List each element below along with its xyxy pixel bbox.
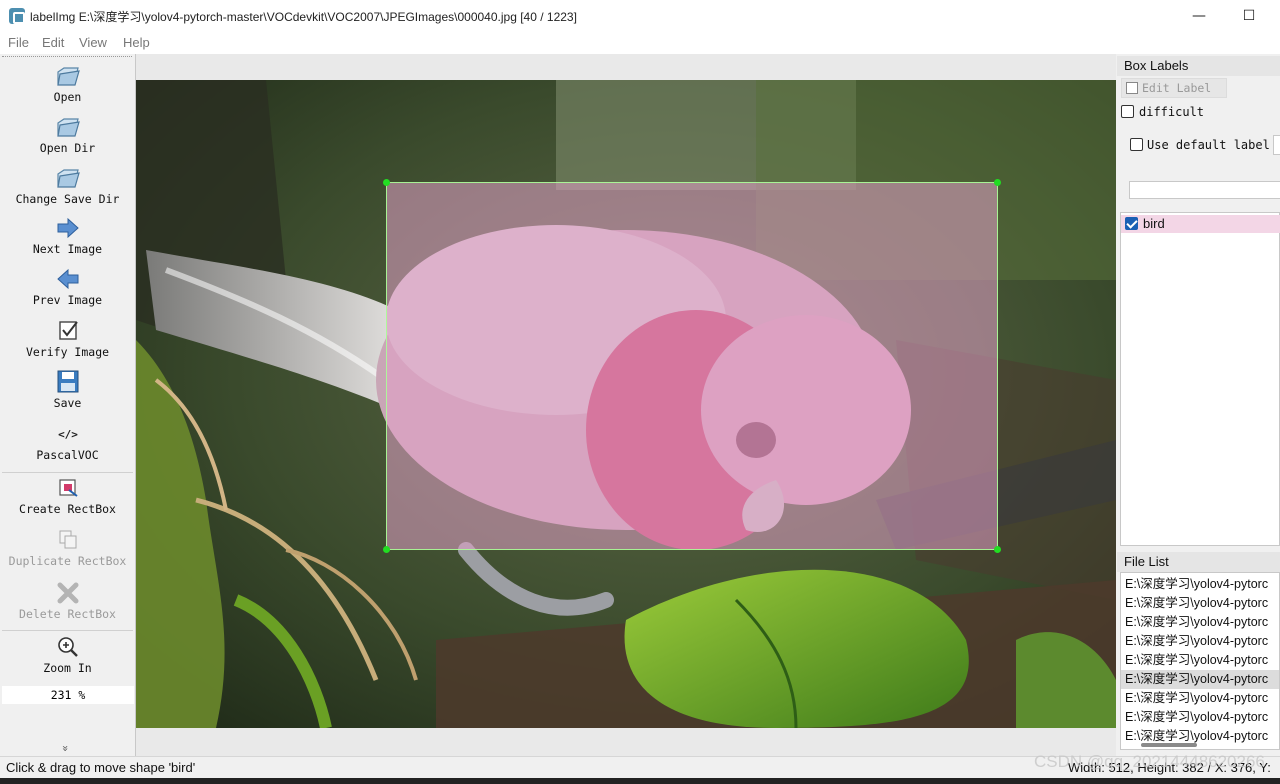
change-save-dir-label: Change Save Dir bbox=[15, 192, 120, 206]
file-list-item-selected[interactable]: E:\深度学习\yolov4-pytorc bbox=[1121, 670, 1279, 689]
zoom-value-field[interactable]: 231 % bbox=[2, 686, 134, 704]
toolbar-separator bbox=[2, 472, 133, 473]
file-list-header: File List bbox=[1117, 552, 1280, 572]
window-title: labelImg E:\深度学习\yolov4-pytorch-master\V… bbox=[30, 10, 577, 24]
default-label-field[interactable] bbox=[1273, 135, 1280, 155]
label-filter-input[interactable] bbox=[1129, 181, 1280, 199]
zoom-in-icon bbox=[55, 635, 81, 659]
folder-icon bbox=[55, 115, 81, 139]
label-list-item[interactable]: bird bbox=[1121, 215, 1280, 233]
label-item-text: bird bbox=[1143, 216, 1165, 231]
bbox-handle-bottom-left[interactable] bbox=[383, 546, 390, 553]
prev-image-label: Prev Image bbox=[32, 293, 103, 307]
maximize-button[interactable]: ☐ bbox=[1226, 4, 1272, 28]
tools-toolbar: Open Open Dir Change Save Dir Next Image… bbox=[0, 54, 136, 756]
svg-text:</>: </> bbox=[58, 428, 78, 441]
floppy-disk-icon bbox=[55, 370, 81, 394]
right-dock: Box Labels Edit Label difficult Use defa… bbox=[1117, 54, 1280, 756]
checkbox-icon bbox=[55, 319, 81, 343]
verify-image-button[interactable]: Verify Image bbox=[0, 319, 135, 359]
edit-pencil-icon bbox=[1126, 82, 1138, 94]
bbox-handle-bottom-right[interactable] bbox=[994, 546, 1001, 553]
file-list-item[interactable]: E:\深度学习\yolov4-pytorc bbox=[1121, 651, 1279, 670]
bbox-handle-top-left[interactable] bbox=[383, 179, 390, 186]
menu-edit[interactable]: Edit bbox=[42, 35, 64, 50]
change-save-dir-button[interactable]: Change Save Dir bbox=[0, 166, 135, 206]
edit-label-text: Edit Label bbox=[1142, 81, 1212, 95]
use-default-label-checkbox[interactable] bbox=[1130, 138, 1143, 151]
menu-view[interactable]: View bbox=[79, 35, 107, 50]
file-list-item[interactable]: E:\深度学习\yolov4-pytorc bbox=[1121, 594, 1279, 613]
next-image-button[interactable]: Next Image bbox=[0, 216, 135, 256]
app-icon bbox=[9, 8, 25, 24]
file-list-item[interactable]: E:\深度学习\yolov4-pytorc bbox=[1121, 613, 1279, 632]
pascalvoc-label: PascalVOC bbox=[36, 448, 99, 462]
duplicate-icon bbox=[55, 528, 81, 552]
toolbar-more-icon[interactable]: » bbox=[59, 745, 72, 752]
file-list-scrollbar[interactable] bbox=[1141, 743, 1197, 747]
delete-rectbox-button[interactable]: Delete RectBox bbox=[0, 581, 135, 621]
zoom-in-label: Zoom In bbox=[43, 661, 92, 675]
difficult-label: difficult bbox=[1139, 105, 1205, 119]
difficult-checkbox[interactable] bbox=[1121, 105, 1134, 118]
toolbar-grip[interactable] bbox=[2, 56, 132, 59]
file-list: E:\深度学习\yolov4-pytorc E:\深度学习\yolov4-pyt… bbox=[1120, 572, 1280, 750]
menu-help[interactable]: Help bbox=[123, 35, 150, 50]
file-list-item[interactable]: E:\深度学习\yolov4-pytorc bbox=[1121, 708, 1279, 727]
status-message: Click & drag to move shape 'bird' bbox=[6, 760, 196, 775]
zoom-in-button[interactable]: Zoom In bbox=[0, 635, 135, 675]
image-canvas[interactable] bbox=[136, 54, 1116, 756]
open-label: Open bbox=[53, 90, 82, 104]
next-image-label: Next Image bbox=[32, 242, 103, 256]
box-labels-header: Box Labels bbox=[1117, 56, 1280, 76]
create-rect-icon bbox=[55, 476, 81, 500]
arrow-right-icon bbox=[55, 216, 81, 240]
file-list-item[interactable]: E:\深度学习\yolov4-pytorc bbox=[1121, 689, 1279, 708]
folder-icon bbox=[55, 64, 81, 88]
file-list-item[interactable]: E:\深度学习\yolov4-pytorc bbox=[1121, 575, 1279, 594]
minimize-button[interactable]: — bbox=[1176, 4, 1222, 28]
use-default-label-label: Use default label bbox=[1147, 138, 1270, 152]
label-list: bird bbox=[1120, 212, 1280, 546]
save-label: Save bbox=[53, 396, 82, 410]
arrow-left-icon bbox=[55, 267, 81, 291]
open-dir-button[interactable]: Open Dir bbox=[0, 115, 135, 155]
create-rectbox-button[interactable]: Create RectBox bbox=[0, 476, 135, 516]
save-button[interactable]: Save bbox=[0, 370, 135, 410]
open-button[interactable]: Open bbox=[0, 64, 135, 104]
toolbar-separator bbox=[2, 630, 133, 631]
watermark: CSDN @qq_20214448620266 bbox=[1034, 752, 1265, 771]
delete-rectbox-label: Delete RectBox bbox=[19, 607, 116, 621]
title-bar: labelImg E:\深度学习\yolov4-pytorch-master\V… bbox=[0, 0, 1280, 32]
file-list-item[interactable]: E:\深度学习\yolov4-pytorc bbox=[1121, 632, 1279, 651]
pascalvoc-button[interactable]: </> PascalVOC bbox=[0, 422, 135, 462]
menu-file[interactable]: File bbox=[8, 35, 29, 50]
prev-image-button[interactable]: Prev Image bbox=[0, 267, 135, 307]
open-dir-label: Open Dir bbox=[39, 141, 96, 155]
folder-icon bbox=[55, 166, 81, 190]
bounding-box-bird[interactable] bbox=[383, 179, 1001, 553]
edit-label-button[interactable]: Edit Label bbox=[1121, 78, 1227, 98]
create-rectbox-label: Create RectBox bbox=[19, 502, 116, 516]
bbox-handle-top-right[interactable] bbox=[994, 179, 1001, 186]
code-icon: </> bbox=[55, 422, 81, 446]
menu-bar: File Edit View Help bbox=[0, 32, 1280, 54]
verify-image-label: Verify Image bbox=[25, 345, 110, 359]
duplicate-rectbox-button[interactable]: Duplicate RectBox bbox=[0, 528, 135, 568]
label-visibility-checkbox[interactable] bbox=[1125, 217, 1138, 230]
delete-x-icon bbox=[55, 581, 81, 605]
duplicate-rectbox-label: Duplicate RectBox bbox=[8, 554, 127, 568]
taskbar-strip bbox=[0, 778, 1280, 784]
